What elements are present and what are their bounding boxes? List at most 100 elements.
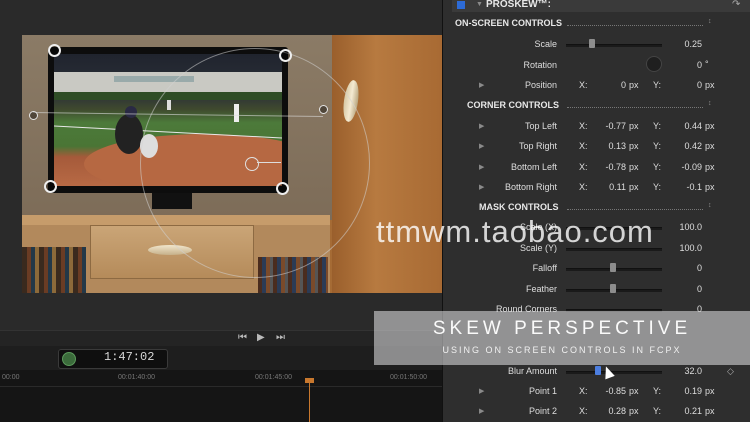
top-left-x-value[interactable]: -0.77 bbox=[600, 121, 626, 131]
top-right-y-unit: px bbox=[705, 141, 715, 151]
ruler-tick: 00:01:45:00 bbox=[255, 374, 292, 381]
previous-frame-icon[interactable]: ⏮ bbox=[238, 330, 247, 346]
top-right-y-axis: Y: bbox=[653, 141, 662, 151]
position-y-unit: px bbox=[705, 80, 715, 90]
timecode-value: 1:47:02 bbox=[104, 350, 155, 364]
feather-slider-knob[interactable] bbox=[610, 284, 616, 293]
point1-y-value[interactable]: 0.19 bbox=[672, 386, 702, 396]
corner-handle-bottom-left[interactable] bbox=[44, 180, 57, 193]
bottom-right-x-unit: px bbox=[629, 182, 639, 192]
section-stepper-icon[interactable]: ↕ bbox=[708, 100, 712, 107]
point1-y-unit: px bbox=[705, 386, 715, 396]
position-y-axis: Y: bbox=[653, 80, 662, 90]
left-edge-handle[interactable] bbox=[29, 111, 38, 120]
top-left-y-value[interactable]: 0.44 bbox=[672, 121, 702, 131]
scale-label: Scale bbox=[534, 39, 557, 49]
bottom-right-y-value[interactable]: -0.1 bbox=[672, 182, 702, 192]
umpire bbox=[115, 114, 143, 154]
scale-slider[interactable] bbox=[566, 44, 662, 47]
right-edge-handle[interactable] bbox=[319, 105, 328, 114]
feather-value[interactable]: 0 bbox=[672, 284, 702, 294]
play-icon[interactable]: ▶ bbox=[257, 330, 265, 346]
bottom-left-x-unit: px bbox=[629, 162, 639, 172]
next-frame-icon[interactable]: ⏭ bbox=[276, 330, 285, 346]
section-divider bbox=[567, 25, 703, 26]
bottom-right-label: Bottom Right bbox=[504, 182, 557, 192]
scale-y-value[interactable]: 100.0 bbox=[660, 243, 702, 253]
point2-y-value[interactable]: 0.21 bbox=[672, 406, 702, 416]
top-right-x-axis: X: bbox=[579, 141, 588, 151]
rotation-dial-icon[interactable] bbox=[646, 56, 662, 72]
playhead[interactable] bbox=[309, 380, 310, 422]
section-divider bbox=[567, 209, 703, 210]
plugin-name: PROSKEW™: bbox=[486, 0, 551, 10]
point2-x-unit: px bbox=[629, 406, 639, 416]
ruler-tick: 00:01:50:00 bbox=[390, 374, 427, 381]
ruler-tick: 00:01:40:00 bbox=[118, 374, 155, 381]
position-x-axis: X: bbox=[579, 80, 588, 90]
blur-amount-value[interactable]: 32.0 bbox=[660, 366, 702, 376]
section-stepper-icon[interactable]: ↕ bbox=[708, 202, 712, 209]
position-label: Position bbox=[524, 80, 557, 90]
banner-subtitle: USING ON SCREEN CONTROLS IN FCPX bbox=[442, 345, 682, 355]
scale-slider-knob[interactable] bbox=[589, 39, 595, 48]
point2-label: Point 2 bbox=[528, 406, 557, 416]
umpire-head bbox=[125, 106, 137, 118]
top-left-y-axis: Y: bbox=[653, 121, 662, 131]
keyframe-icon[interactable]: ◇ bbox=[727, 366, 734, 377]
section-stepper-icon[interactable]: ↕ bbox=[708, 18, 712, 25]
reset-icon[interactable]: ↷ bbox=[732, 0, 740, 10]
bookshelf-books bbox=[22, 247, 86, 293]
top-right-x-unit: px bbox=[629, 141, 639, 151]
bottom-right-y-axis: Y: bbox=[653, 182, 662, 192]
point1-y-axis: Y: bbox=[653, 386, 662, 396]
bottom-right-y-unit: px bbox=[705, 182, 715, 192]
point2-y-unit: px bbox=[705, 406, 715, 416]
bottom-left-y-unit: px bbox=[705, 162, 715, 172]
bottom-right-x-value[interactable]: 0.11 bbox=[600, 182, 626, 192]
position-x-unit: px bbox=[629, 80, 639, 90]
corner-handle-bottom-right[interactable] bbox=[276, 182, 289, 195]
top-right-label: Top Right bbox=[518, 141, 557, 151]
top-right-x-value[interactable]: 0.13 bbox=[600, 141, 626, 151]
disclosure-triangle-icon[interactable]: ▼ bbox=[476, 1, 483, 8]
scale-x-value[interactable]: 100.0 bbox=[660, 222, 702, 232]
timecode-record-icon bbox=[62, 352, 76, 366]
point1-x-value[interactable]: -0.85 bbox=[600, 386, 626, 396]
point1-x-unit: px bbox=[629, 386, 639, 396]
top-left-x-axis: X: bbox=[579, 121, 588, 131]
center-handle-line bbox=[257, 162, 281, 163]
corner-handle-top-left[interactable] bbox=[48, 44, 61, 57]
rotation-value[interactable]: 0 bbox=[672, 60, 702, 70]
section-divider bbox=[567, 107, 703, 108]
position-x-value[interactable]: 0 bbox=[600, 80, 626, 90]
center-position-handle[interactable] bbox=[245, 157, 259, 171]
bottom-left-x-axis: X: bbox=[579, 162, 588, 172]
point2-y-axis: Y: bbox=[653, 406, 662, 416]
timeline-ruler[interactable] bbox=[0, 372, 442, 387]
point1-label: Point 1 bbox=[528, 386, 557, 396]
rotation-unit: ° bbox=[705, 59, 709, 69]
point2-x-value[interactable]: 0.28 bbox=[600, 406, 626, 416]
watermark-text: ttmwm.taobao.com bbox=[376, 214, 654, 249]
effect-enable-checkbox[interactable] bbox=[457, 1, 465, 9]
banner-title: SKEW PERSPECTIVE bbox=[432, 318, 692, 339]
top-right-y-value[interactable]: 0.42 bbox=[672, 141, 702, 151]
top-left-label: Top Left bbox=[524, 121, 557, 131]
blur-amount-label: Blur Amount bbox=[507, 366, 557, 376]
position-y-value[interactable]: 0 bbox=[672, 80, 702, 90]
section-corner-controls: CORNER CONTROLS bbox=[467, 100, 559, 110]
bottom-left-y-value[interactable]: -0.09 bbox=[672, 162, 702, 172]
bottom-left-x-value[interactable]: -0.78 bbox=[600, 162, 626, 172]
ruler-tick: 00:00 bbox=[2, 374, 20, 381]
section-mask-controls: MASK CONTROLS bbox=[479, 202, 559, 212]
falloff-value[interactable]: 0 bbox=[672, 263, 702, 273]
rotation-label: Rotation bbox=[523, 60, 557, 70]
top-left-y-unit: px bbox=[705, 121, 715, 131]
scale-value[interactable]: 0.25 bbox=[660, 39, 702, 49]
bottom-left-label: Bottom Left bbox=[510, 162, 557, 172]
point1-x-axis: X: bbox=[579, 386, 588, 396]
corner-handle-top-right[interactable] bbox=[279, 49, 292, 62]
bottom-right-x-axis: X: bbox=[579, 182, 588, 192]
falloff-slider-knob[interactable] bbox=[610, 263, 616, 272]
